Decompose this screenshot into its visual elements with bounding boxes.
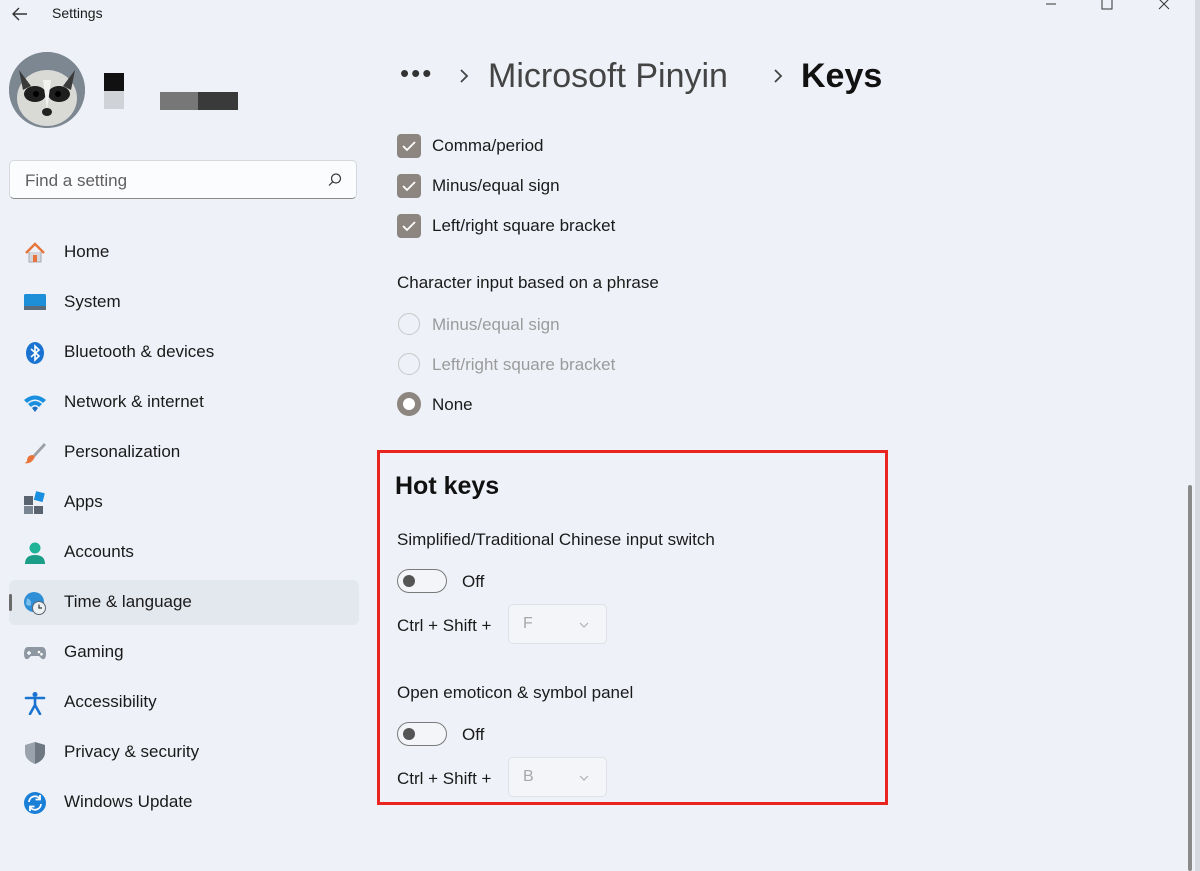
nav-item-privacy[interactable]: Privacy & security [9, 730, 359, 775]
radio-minus-equal[interactable] [398, 313, 420, 335]
checkmark-icon [402, 181, 416, 192]
page-title: Keys [801, 57, 883, 95]
checkbox-square-bracket[interactable] [397, 214, 421, 238]
nav-item-accessibility[interactable]: Accessibility [9, 680, 359, 725]
nav-label: Home [64, 242, 110, 261]
close-icon[interactable] [1154, 0, 1174, 14]
search-input[interactable] [23, 169, 317, 193]
hotkey-label-emoticon-panel: Open emoticon & symbol panel [397, 683, 634, 702]
radio-square-bracket[interactable] [398, 353, 420, 375]
nav-label: Bluetooth & devices [64, 342, 215, 361]
nav-item-time-language[interactable]: Time & language [9, 580, 359, 625]
brush-icon [24, 443, 46, 464]
nav-label: Apps [64, 492, 103, 511]
nav-label: Privacy & security [64, 742, 200, 761]
nav-item-system[interactable]: System [9, 280, 359, 325]
nav-item-personalization[interactable]: Personalization [9, 430, 359, 475]
app-title: Settings [52, 5, 103, 21]
nav-label: Windows Update [64, 792, 193, 811]
bluetooth-icon [26, 342, 44, 364]
toggle-emoticon-panel[interactable] [397, 722, 447, 746]
checkbox-label: Minus/equal sign [432, 176, 560, 195]
nav-item-apps[interactable]: Apps [9, 480, 359, 525]
maximize-icon[interactable] [1097, 0, 1117, 14]
toggle-state: Off [462, 572, 485, 591]
gamepad-icon [24, 647, 46, 660]
nav-label: Gaming [64, 642, 124, 661]
globe-clock-icon [24, 592, 46, 615]
checkbox-comma-period[interactable] [397, 134, 421, 158]
checkmark-icon [402, 221, 416, 232]
nav-item-accounts[interactable]: Accounts [9, 530, 359, 575]
hotkey-label-chinese-switch: Simplified/Traditional Chinese input swi… [397, 530, 715, 549]
breadcrumb-more-button[interactable]: ••• [400, 58, 433, 89]
nav-item-gaming[interactable]: Gaming [9, 630, 359, 675]
redacted-email-shade [160, 92, 198, 110]
nav-item-network[interactable]: Network & internet [9, 380, 359, 425]
radio-label: None [432, 395, 473, 414]
minimize-icon[interactable] [1041, 0, 1061, 14]
key-combo-label: Ctrl + Shift + [397, 616, 492, 635]
shield-icon [25, 742, 45, 764]
nav-item-home[interactable]: Home [9, 230, 359, 275]
toggle-chinese-switch[interactable] [397, 569, 447, 593]
key-dropdown-chinese-switch[interactable]: F [508, 604, 607, 644]
checkbox-label: Left/right square bracket [432, 216, 616, 235]
nav-label: Accessibility [64, 692, 157, 711]
chevron-right-icon [774, 69, 783, 83]
nav-label: Accounts [64, 542, 134, 561]
person-icon [25, 542, 45, 564]
hot-keys-title: Hot keys [395, 472, 500, 500]
system-icon [24, 294, 46, 310]
home-icon [25, 242, 45, 263]
checkbox-label: Comma/period [432, 136, 544, 155]
radio-none[interactable] [397, 392, 421, 416]
nav-item-bluetooth[interactable]: Bluetooth & devices [9, 330, 359, 375]
search-icon[interactable] [327, 172, 343, 188]
toggle-knob [403, 728, 415, 740]
breadcrumb-parent[interactable]: Microsoft Pinyin [488, 57, 728, 96]
nav-label: Time & language [64, 592, 192, 611]
chevron-right-icon [460, 69, 469, 83]
accessibility-icon [24, 692, 46, 715]
section-label-phrase: Character input based on a phrase [397, 273, 659, 292]
toggle-knob [403, 575, 415, 587]
dropdown-value: F [523, 615, 533, 632]
chevron-down-icon [579, 775, 589, 781]
checkbox-minus-equal[interactable] [397, 174, 421, 198]
checkmark-icon [402, 141, 416, 152]
window-edge [1195, 0, 1200, 871]
nav-label: Personalization [64, 442, 181, 461]
nav-item-windows-update[interactable]: Windows Update [9, 780, 359, 825]
avatar [9, 52, 85, 128]
update-icon [24, 792, 46, 814]
radio-label: Left/right square bracket [432, 355, 616, 374]
back-arrow-icon[interactable] [8, 2, 32, 26]
wifi-icon [24, 395, 46, 412]
key-dropdown-emoticon-panel[interactable]: B [508, 757, 607, 797]
key-combo-label: Ctrl + Shift + [397, 769, 492, 788]
active-indicator [9, 594, 12, 611]
toggle-state: Off [462, 725, 485, 744]
redacted-name-shade [104, 91, 124, 109]
radio-label: Minus/equal sign [432, 315, 560, 334]
nav-label: System [64, 292, 121, 311]
chevron-down-icon [579, 622, 589, 628]
search-box[interactable] [9, 160, 357, 199]
nav-label: Network & internet [64, 392, 204, 411]
scrollbar-thumb[interactable] [1188, 485, 1192, 871]
apps-icon [24, 491, 45, 514]
dropdown-value: B [523, 768, 534, 785]
